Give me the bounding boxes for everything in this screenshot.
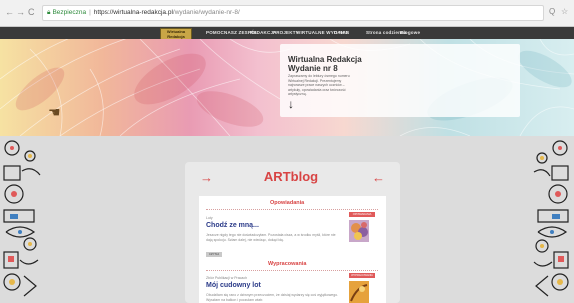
- hero-title-line: Wydanie nr 8: [288, 64, 338, 73]
- nav-item[interactable]: POMOC: [206, 30, 224, 35]
- zoom-icon[interactable]: Q: [549, 7, 555, 16]
- reload-icon[interactable]: C: [28, 7, 35, 17]
- section-heading-stories: Opowiadania: [270, 200, 305, 206]
- section-heading-essays: Wypracowania: [268, 261, 307, 267]
- doodle-illustration-left: [0, 136, 44, 303]
- post-title[interactable]: Chodź ze mną...: [206, 222, 259, 229]
- post-title[interactable]: Mój cudowny lot: [206, 282, 261, 289]
- read-more-button[interactable]: CZYTAJ: [206, 252, 222, 257]
- post-meta: Luty: [206, 216, 213, 220]
- post-excerpt: Obudziłam się rano z dziwnym przeczuciem…: [206, 293, 339, 302]
- url-text: https://wirtualna-redakcja.pl: [93, 9, 173, 16]
- doodle-illustration-right: [530, 136, 574, 303]
- section-divider: [206, 209, 378, 210]
- url-separator: |: [89, 9, 91, 16]
- browser-toolbar: ← → C 🔒︎ Bezpieczna | https://wirtualna-red…: [0, 0, 574, 27]
- hero-title: Wirtualna Redakcja Wydanie nr 8: [288, 55, 362, 73]
- back-icon[interactable]: ←: [5, 7, 14, 17]
- address-bar[interactable]: 🔒︎ Bezpieczna | https://wirtualna-redakcja.…: [42, 5, 544, 21]
- post-thumbnail[interactable]: [349, 220, 369, 242]
- arrow-right-icon[interactable]: →: [200, 170, 213, 185]
- section-divider: [206, 270, 378, 271]
- category-badge[interactable]: WYPRACOWANIA: [349, 273, 375, 278]
- hero-title-line: Wirtualna Redakcja: [288, 55, 362, 64]
- post-excerpt: Jeszcze nigdy tego nie doświadczyłam. Po…: [206, 233, 336, 242]
- arrow-down-icon[interactable]: ↓: [288, 98, 294, 110]
- post-thumbnail[interactable]: [349, 281, 369, 303]
- star-icon[interactable]: ☆: [561, 7, 568, 16]
- category-badge[interactable]: OPOWIADANIA: [349, 212, 375, 217]
- lock-icon: 🔒︎: [47, 9, 51, 16]
- hand-icon: ☚: [48, 104, 61, 120]
- url-path: /wydanie/wydanie-nr-8/: [172, 9, 240, 16]
- hero-description: Zapraszamy do lektury ósmego numeru Wirt…: [288, 74, 350, 96]
- post-meta: Zbiór Publikacji w Pracach: [206, 276, 248, 280]
- nav-item[interactable]: O NAS: [334, 30, 349, 35]
- blog-title: ARTblog: [263, 169, 319, 184]
- nav-item[interactable]: PROJEKTY: [273, 30, 299, 35]
- secure-label: Bezpieczna: [52, 9, 87, 16]
- forward-icon[interactable]: →: [16, 7, 25, 17]
- arrow-left-icon[interactable]: ←: [372, 170, 385, 185]
- nav-item[interactable]: Blogowe: [400, 30, 420, 35]
